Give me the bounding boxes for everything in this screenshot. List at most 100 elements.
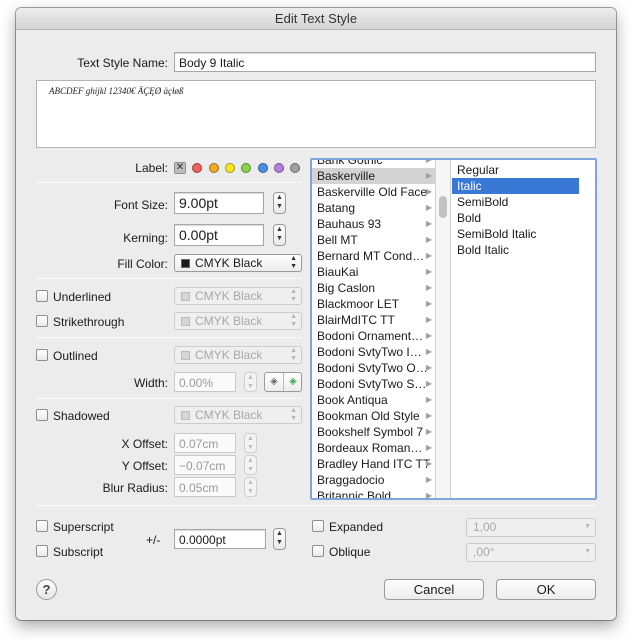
shadowed-checkbox[interactable] [36,409,48,421]
font-family-item[interactable]: Bodoni SvtyTwo O… ▶ [312,360,435,376]
font-family-item[interactable]: Bell MT ▶ [312,232,435,248]
ok-button[interactable]: OK [496,579,596,600]
disclosure-arrow-icon: ▶ [425,491,432,498]
no-label-icon[interactable]: ✕ [174,161,186,174]
strikethrough-checkbox[interactable] [36,315,48,327]
fill-color-popup[interactable]: CMYK Black ▲ ▼ [174,254,302,272]
font-family-item[interactable]: Baskerville Old Face ▶ [312,184,435,200]
font-size-stepper[interactable]: ▲ ▼ [273,192,286,214]
font-family-name: Bradley Hand ITC TT [317,457,431,471]
label-gray[interactable] [290,162,301,173]
font-family-name: BiauKai [317,265,359,279]
font-style-item[interactable]: SemiBold Italic [452,226,579,242]
font-family-item[interactable]: Big Caslon ▶ [312,280,435,296]
outline-outside-icon[interactable]: ◈ [268,376,280,388]
fill-color-value: CMYK Black [195,256,263,270]
blur-radius-input[interactable]: 0.05cm [174,477,236,497]
font-family-item[interactable]: Bernard MT Cond… ▶ [312,248,435,264]
font-family-item[interactable]: Baskerville ▶ [312,168,435,184]
combo-arrow-icon[interactable]: ▼ [584,523,591,531]
shadow-color-popup[interactable]: CMYK Black ▲ ▼ [174,406,302,424]
outlined-checkbox[interactable] [36,349,48,361]
font-family-item[interactable]: Batang ▶ [312,200,435,216]
disclosure-arrow-icon: ▶ [425,251,432,260]
y-offset-input[interactable]: −0.07cm [174,455,236,475]
scroll-thumb[interactable] [439,196,447,218]
underlined-checkbox[interactable] [36,290,48,302]
font-family-item[interactable]: Braggadocio ▶ [312,472,435,488]
expanded-combo[interactable]: 1,00 ▼ [466,518,596,537]
font-family-item[interactable]: Bordeaux Roman… ▶ [312,440,435,456]
combo-arrow-icon[interactable]: ▼ [584,548,591,556]
shadow-color-value: CMYK Black [195,408,263,422]
font-family-item[interactable]: BlairMdITC TT ▶ [312,312,435,328]
kerning-stepper[interactable]: ▲ ▼ [273,224,286,246]
font-family-item[interactable]: Britannic Bold ▶ [312,488,435,498]
x-offset-input[interactable]: 0.07cm [174,433,236,453]
font-family-item[interactable]: Bodoni Ornament… ▶ [312,328,435,344]
font-size-input[interactable]: 9.00pt [174,192,264,214]
font-family-item[interactable]: BiauKai ▶ [312,264,435,280]
style-name-input[interactable]: Body 9 Italic [174,52,596,72]
label-yellow[interactable] [225,162,236,173]
outline-width-input[interactable]: 0.00% [174,372,236,392]
font-family-name: Bell MT [317,233,358,247]
segment-divider [283,373,284,391]
font-style-list[interactable]: Regular Italic SemiBold Bold SemiBold Italic… [452,160,595,498]
font-style-item[interactable]: Bold Italic [452,242,579,258]
font-style-item[interactable]: Bold [452,210,579,226]
help-button[interactable]: ? [36,579,57,600]
font-style-item[interactable]: Italic [452,178,579,194]
label-green[interactable] [241,162,252,173]
font-family-item[interactable]: Bauhaus 93 ▶ [312,216,435,232]
oblique-checkbox[interactable] [312,545,324,557]
font-style-item[interactable]: Regular [452,162,579,178]
font-style-item[interactable]: SemiBold [452,194,579,210]
disclosure-arrow-icon: ▶ [425,235,432,244]
expanded-checkbox[interactable] [312,520,324,532]
outline-color-popup[interactable]: CMYK Black ▲ ▼ [174,346,302,364]
font-family-item[interactable]: Book Antiqua ▶ [312,392,435,408]
outline-inside-icon[interactable]: ◈ [287,376,299,388]
font-family-list[interactable]: Bank Gothic▶Baskerville▶Baskerville Old … [312,160,436,498]
separator [36,182,302,183]
y-offset-stepper[interactable]: ▲ ▼ [244,455,257,475]
font-family-item[interactable]: Bodoni SvtyTwo I… ▶ [312,344,435,360]
font-family-item[interactable]: Blackmoor LET ▶ [312,296,435,312]
disclosure-arrow-icon: ▶ [425,363,432,372]
outline-width-stepper[interactable]: ▲ ▼ [244,372,257,392]
expanded-value: 1,00 [473,520,497,534]
text-preview: ABCDEF ghijkl 12340€ ÄÇĘØ äçłøß [36,80,596,148]
color-swatch-icon [181,351,190,360]
cancel-button[interactable]: Cancel [384,579,484,600]
oblique-combo[interactable]: ,00° ▼ [466,543,596,562]
font-size-label: Font Size: [113,198,168,212]
font-family-item[interactable]: Bradley Hand ITC TT ▶ [312,456,435,472]
font-family-scrollbar[interactable] [436,160,451,498]
edit-text-style-dialog: Edit Text Style Text Style Name: Body 9 … [16,8,616,620]
x-offset-stepper[interactable]: ▲ ▼ [244,433,257,453]
font-family-item[interactable]: Bookman Old Style ▶ [312,408,435,424]
font-family-name: Bodoni SvtyTwo I… [317,345,422,359]
popup-arrows-icon: ▲ ▼ [290,313,297,328]
subscript-checkbox[interactable] [36,545,48,557]
superscript-checkbox[interactable] [36,520,48,532]
label-red[interactable] [192,162,203,173]
strikethrough-color-popup[interactable]: CMYK Black ▲ ▼ [174,312,302,330]
underline-color-popup[interactable]: CMYK Black ▲ ▼ [174,287,302,305]
x-offset-label: X Offset: [121,437,168,451]
popup-arrows-icon: ▲ ▼ [290,407,297,422]
font-family-item[interactable]: Bank Gothic ▶ [312,160,435,168]
label-orange[interactable] [208,162,219,173]
label-blue[interactable] [257,162,268,173]
font-family-name: Baskerville Old Face [317,185,428,199]
kerning-input[interactable]: 0.00pt [174,224,264,246]
blur-radius-stepper[interactable]: ▲ ▼ [244,477,257,497]
font-family-item[interactable]: Bookshelf Symbol 7 ▶ [312,424,435,440]
label-purple[interactable] [274,162,285,173]
baseline-shift-input[interactable]: 0.0000pt [174,529,266,549]
font-family-item[interactable]: Bodoni SvtyTwo S… ▶ [312,376,435,392]
separator [36,505,596,506]
baseline-shift-stepper[interactable]: ▲ ▼ [273,528,286,550]
outline-position-control[interactable]: ◈ ◈ [264,372,302,392]
